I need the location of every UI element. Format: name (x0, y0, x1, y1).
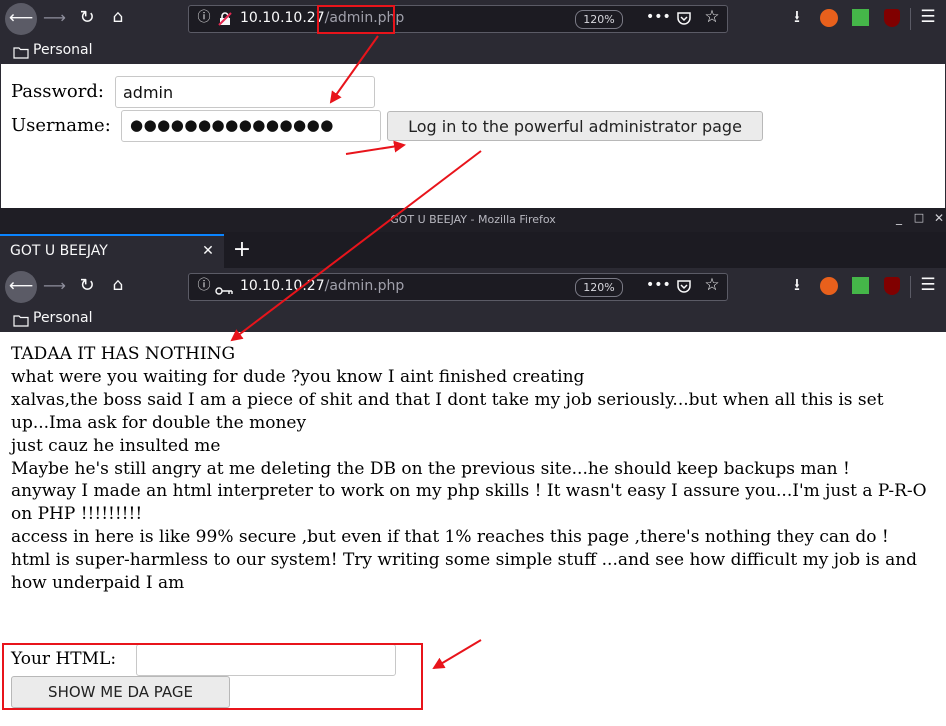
arrow-to-html-form (432, 639, 482, 670)
arrow-login-to-result (230, 150, 482, 342)
arrow-url-to-password (329, 35, 379, 104)
arrow-to-login-button (345, 140, 406, 155)
annotation-arrows (230, 35, 482, 670)
